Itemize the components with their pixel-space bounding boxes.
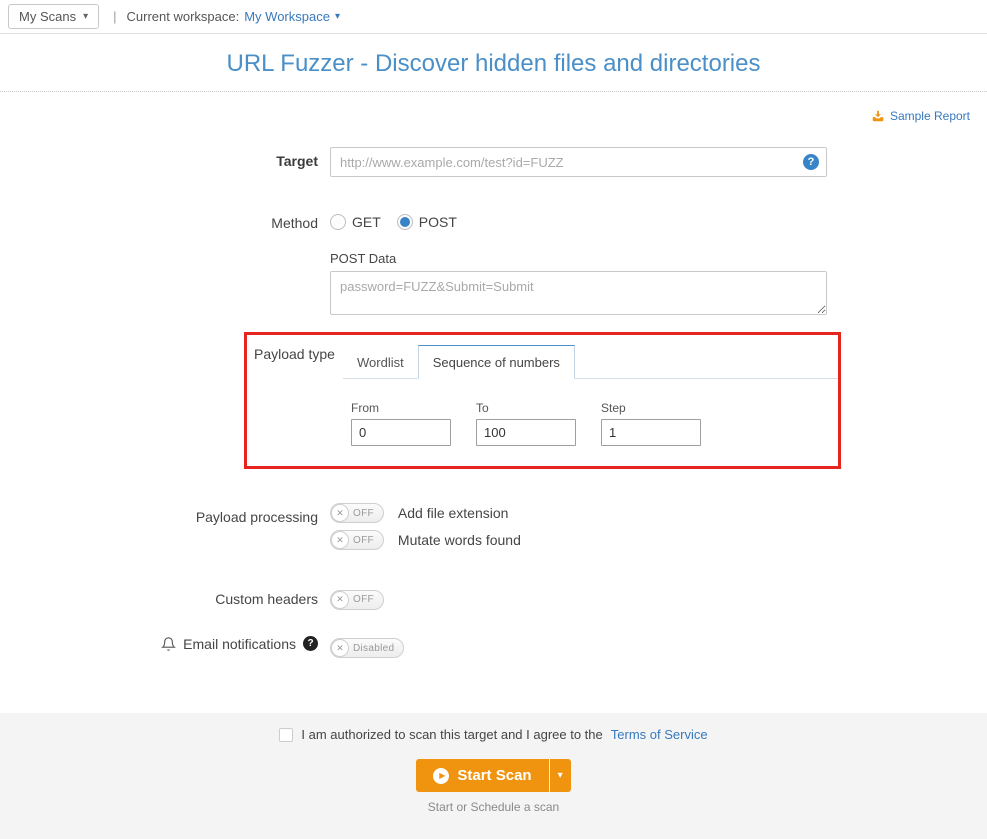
method-radio-post[interactable]: POST bbox=[397, 214, 457, 230]
target-help-icon[interactable]: ? bbox=[803, 154, 819, 170]
close-icon: ✕ bbox=[331, 504, 349, 522]
my-scans-label: My Scans bbox=[19, 9, 76, 24]
consent-text: I am authorized to scan this target and … bbox=[301, 727, 602, 742]
tab-wordlist[interactable]: Wordlist bbox=[343, 346, 418, 378]
radio-checked-icon bbox=[397, 214, 413, 230]
page-title: URL Fuzzer - Discover hidden files and d… bbox=[0, 50, 987, 78]
add-file-extension-toggle[interactable]: ✕ OFF bbox=[330, 503, 384, 523]
scan-form: Target ? Method GET POST bbox=[0, 147, 987, 658]
chevron-down-icon: ▾ bbox=[335, 11, 340, 22]
email-help-icon[interactable]: ? bbox=[303, 636, 318, 651]
from-input[interactable] bbox=[351, 419, 451, 446]
sample-report-link[interactable]: Sample Report bbox=[871, 109, 970, 123]
post-data-row: POST Data bbox=[0, 251, 987, 320]
payload-type-highlight-box: Payload type Wordlist Sequence of number… bbox=[244, 332, 841, 469]
toggle-state: OFF bbox=[353, 535, 374, 546]
email-notifications-row: Email notifications ? ✕ Disabled bbox=[0, 636, 987, 659]
add-file-extension-label: Add file extension bbox=[398, 505, 509, 521]
workspace-selector[interactable]: My Workspace ▾ bbox=[244, 9, 340, 24]
workspace-name: My Workspace bbox=[244, 9, 330, 24]
bell-icon bbox=[161, 636, 176, 652]
start-scan-dropdown[interactable]: ▾ bbox=[549, 759, 571, 792]
chevron-down-icon: ▾ bbox=[558, 770, 563, 781]
toggle-state: OFF bbox=[353, 594, 374, 605]
play-icon: ▶ bbox=[433, 768, 449, 784]
custom-headers-toggle[interactable]: ✕ OFF bbox=[330, 590, 384, 610]
to-label: To bbox=[476, 401, 576, 415]
terms-of-service-link[interactable]: Terms of Service bbox=[611, 727, 708, 742]
post-data-label: POST Data bbox=[330, 251, 827, 266]
top-bar: My Scans ▾ | Current workspace: My Works… bbox=[0, 0, 987, 34]
close-icon: ✕ bbox=[331, 591, 349, 609]
custom-headers-label: Custom headers bbox=[0, 585, 330, 607]
mutate-words-toggle[interactable]: ✕ OFF bbox=[330, 530, 384, 550]
close-icon: ✕ bbox=[331, 531, 349, 549]
step-label: Step bbox=[601, 401, 701, 415]
method-label: Method bbox=[0, 209, 330, 231]
start-scan-subtext: Start or Schedule a scan bbox=[0, 800, 987, 814]
email-notifications-toggle[interactable]: ✕ Disabled bbox=[330, 638, 404, 658]
target-input[interactable] bbox=[330, 147, 827, 177]
payload-processing-row: Payload processing ✕ OFF Add file extens… bbox=[0, 503, 987, 557]
method-post-label: POST bbox=[419, 214, 457, 230]
topbar-separator: | bbox=[113, 9, 116, 24]
consent-checkbox[interactable] bbox=[279, 728, 293, 742]
custom-headers-row: Custom headers ✕ OFF bbox=[0, 585, 987, 610]
email-notifications-label: Email notifications bbox=[183, 636, 296, 652]
payload-processing-label: Payload processing bbox=[0, 503, 330, 525]
method-get-label: GET bbox=[352, 214, 381, 230]
target-label: Target bbox=[0, 147, 330, 169]
footer-panel: I am authorized to scan this target and … bbox=[0, 713, 987, 839]
my-scans-dropdown[interactable]: My Scans ▾ bbox=[8, 4, 99, 29]
payload-type-label: Payload type bbox=[254, 346, 335, 362]
mutate-words-label: Mutate words found bbox=[398, 532, 521, 548]
start-scan-label: Start Scan bbox=[457, 767, 531, 784]
sample-report-label: Sample Report bbox=[890, 109, 970, 123]
download-icon bbox=[871, 109, 885, 123]
method-row: Method GET POST bbox=[0, 209, 987, 231]
target-row: Target ? bbox=[0, 147, 987, 177]
post-data-textarea[interactable] bbox=[330, 271, 827, 315]
method-radio-get[interactable]: GET bbox=[330, 214, 381, 230]
to-input[interactable] bbox=[476, 419, 576, 446]
title-divider bbox=[0, 91, 987, 92]
from-label: From bbox=[351, 401, 451, 415]
radio-unchecked-icon bbox=[330, 214, 346, 230]
step-input[interactable] bbox=[601, 419, 701, 446]
toggle-state: Disabled bbox=[353, 643, 394, 654]
payload-type-tabs: Wordlist Sequence of numbers bbox=[343, 345, 838, 379]
toggle-state: OFF bbox=[353, 508, 374, 519]
workspace-label: Current workspace: bbox=[127, 9, 240, 24]
chevron-down-icon: ▾ bbox=[83, 11, 88, 22]
tab-sequence-of-numbers[interactable]: Sequence of numbers bbox=[418, 345, 575, 379]
close-icon: ✕ bbox=[331, 639, 349, 657]
start-scan-button[interactable]: ▶ Start Scan bbox=[416, 759, 548, 792]
